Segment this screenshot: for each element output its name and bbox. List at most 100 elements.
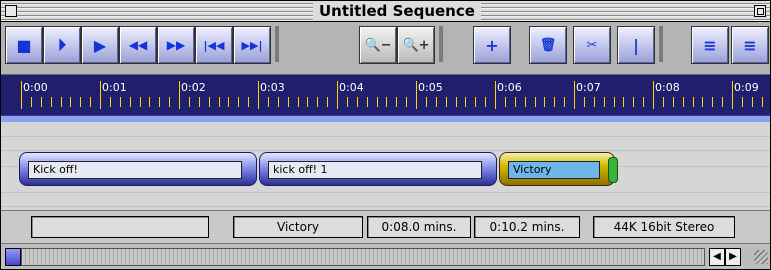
ruler-minor-tick	[80, 97, 81, 107]
ruler-minor-tick	[90, 97, 91, 107]
status-position: 0:08.0 mins.	[367, 216, 471, 238]
track-area[interactable]: Kick off! kick off! 1 Victory	[1, 122, 770, 210]
ruler-label: 0:06	[497, 81, 522, 94]
add-track-button[interactable]: +	[473, 26, 511, 64]
ruler-minor-tick	[623, 97, 624, 107]
ruler-minor-tick	[327, 97, 328, 107]
ruler-minor-tick	[614, 97, 615, 107]
go-to-start-button[interactable]: |◀◀	[195, 26, 233, 64]
track-gridline	[1, 192, 770, 193]
ruler-major-tick	[337, 81, 338, 109]
rewind-button[interactable]: ◀◀	[119, 26, 157, 64]
ruler-minor-tick	[525, 97, 526, 107]
zoom-in-icon: 🔍+	[402, 37, 430, 53]
status-empty-field	[31, 216, 209, 238]
clip-victory[interactable]: Victory	[499, 152, 618, 186]
ruler-minor-tick	[367, 97, 368, 107]
clip-kick-off[interactable]: Kick off!	[19, 152, 257, 186]
ruler-minor-tick	[436, 97, 437, 107]
status-clip-name: Victory	[233, 216, 363, 238]
ruler-major-tick	[258, 81, 259, 109]
ruler-minor-tick	[702, 97, 703, 107]
ruler-minor-tick	[159, 97, 160, 107]
ruler-minor-tick	[456, 97, 457, 107]
stop-icon: ■	[16, 35, 32, 55]
toolbar: ■ ⏵ ▶ ◀◀ ▶▶ |◀◀ ▶▶| 🔍− 🔍+ + 🗑 ✂ | ≡ ≡	[1, 22, 770, 75]
trim-clip-button[interactable]: |	[617, 26, 655, 64]
toolbar-separator	[439, 26, 443, 62]
zoom-box[interactable]	[754, 5, 766, 17]
ruler-minor-tick	[663, 97, 664, 107]
merge-clips-button[interactable]: ≡	[731, 26, 769, 64]
scroll-right-arrow[interactable]: ▶	[725, 248, 741, 266]
window-title: Untitled Sequence	[313, 1, 481, 21]
ruler-minor-tick	[149, 97, 150, 107]
clip-label: kick off! 1	[273, 163, 328, 176]
ruler-major-tick	[179, 81, 180, 109]
ruler-minor-tick	[377, 97, 378, 107]
zoom-out-button[interactable]: 🔍−	[359, 26, 397, 64]
clip-caption: Kick off!	[28, 161, 242, 179]
track-gridline	[1, 150, 770, 151]
ruler-minor-tick	[683, 97, 684, 107]
zoom-in-button[interactable]: 🔍+	[397, 26, 435, 64]
scroll-track[interactable]	[21, 248, 705, 266]
time-ruler[interactable]: 0:00 0:01 0:02 0:03 0:04 0:05 0:06 0:07 0:08 0:09	[1, 75, 770, 115]
ruler-minor-tick	[238, 97, 239, 107]
ruler-minor-tick	[643, 97, 644, 107]
rewind-icon: ◀◀	[128, 38, 148, 52]
add-track-icon: +	[485, 35, 499, 55]
ruler-label: 0:09	[734, 81, 759, 94]
delete-track-button[interactable]: 🗑	[529, 26, 567, 64]
ruler-minor-tick	[722, 97, 723, 107]
sequence-window: Untitled Sequence ■ ⏵ ▶ ◀◀ ▶▶ |◀◀ ▶▶| 🔍−…	[0, 0, 771, 270]
go-to-end-button[interactable]: ▶▶|	[233, 26, 271, 64]
ruler-minor-tick	[544, 97, 545, 107]
ruler-minor-tick	[426, 97, 427, 107]
scroll-left-arrow[interactable]: ◀	[709, 248, 725, 266]
ruler-minor-tick	[535, 97, 536, 107]
play-from-start-button[interactable]: ⏵	[43, 26, 81, 64]
ruler-minor-tick	[406, 97, 407, 107]
ruler-major-tick	[100, 81, 101, 109]
ruler-minor-tick	[673, 97, 674, 107]
ruler-minor-tick	[505, 97, 506, 107]
track-gridline	[1, 206, 770, 207]
clip-label: Victory	[513, 163, 552, 176]
ruler-major-tick	[653, 81, 654, 109]
grow-box[interactable]	[754, 250, 768, 264]
clip-kick-off-1[interactable]: kick off! 1	[259, 152, 497, 186]
scroll-thumb[interactable]	[5, 248, 21, 266]
ruler-label: 0:08	[655, 81, 680, 94]
ruler-minor-tick	[219, 97, 220, 107]
status-duration: 0:10.2 mins.	[474, 216, 580, 238]
ruler-minor-tick	[515, 97, 516, 107]
trim-icon: |	[633, 35, 639, 55]
split-clip-button[interactable]: ✂	[573, 26, 611, 64]
ruler-minor-tick	[762, 97, 763, 107]
align-clips-button[interactable]: ≡	[691, 26, 729, 64]
close-box[interactable]	[5, 5, 17, 17]
fast-forward-icon: ▶▶	[166, 38, 186, 52]
ruler-minor-tick	[120, 97, 121, 107]
ruler-minor-tick	[209, 97, 210, 107]
title-bar[interactable]: Untitled Sequence	[1, 1, 770, 22]
ruler-label: 0:03	[260, 81, 285, 94]
fast-forward-button[interactable]: ▶▶	[157, 26, 195, 64]
ruler-major-tick	[495, 81, 496, 109]
status-format: 44K 16bit Stereo	[593, 216, 735, 238]
ruler-minor-tick	[199, 97, 200, 107]
clip-caption: kick off! 1	[268, 161, 482, 179]
ruler-label: 0:04	[339, 81, 364, 94]
go-to-start-icon: |◀◀	[203, 38, 225, 52]
ruler-minor-tick	[288, 97, 289, 107]
ruler-minor-tick	[298, 97, 299, 107]
stop-button[interactable]: ■	[5, 26, 43, 64]
ruler-minor-tick	[130, 97, 131, 107]
toolbar-separator	[275, 26, 279, 62]
horizontal-scrollbar[interactable]: ◀ ▶	[1, 243, 770, 269]
ruler-minor-tick	[140, 97, 141, 107]
play-button[interactable]: ▶	[81, 26, 119, 64]
trash-icon: 🗑	[539, 37, 557, 53]
ruler-label: 0:02	[181, 81, 206, 94]
